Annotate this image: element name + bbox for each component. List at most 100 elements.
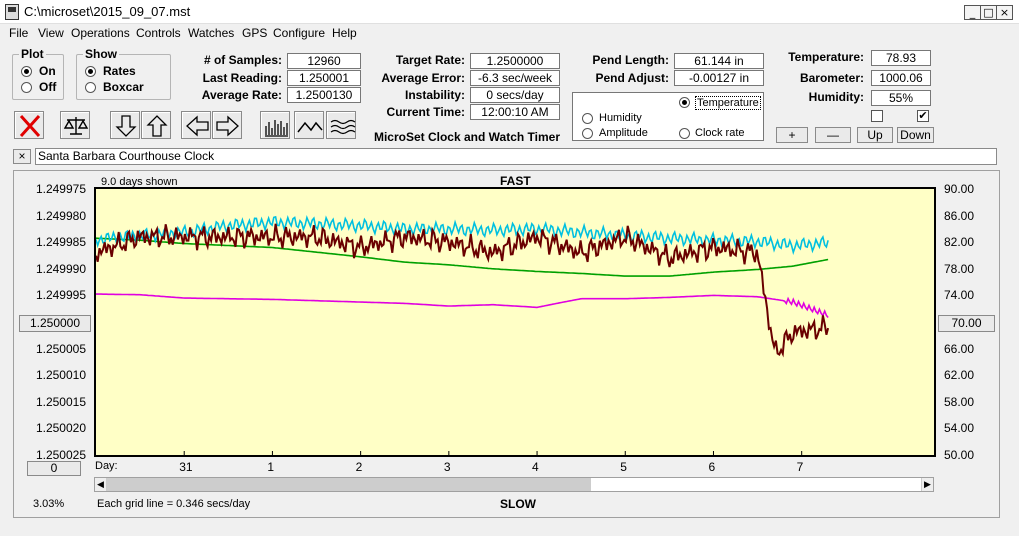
plot-group-title: Plot <box>19 47 46 61</box>
red-x-icon <box>19 114 41 138</box>
right-tick-label: 62.00 <box>944 368 975 383</box>
boxcar-radio[interactable] <box>85 82 96 93</box>
rates-label: Rates <box>103 64 136 78</box>
app-caption: MicroSet Clock and Watch Timer <box>373 130 561 144</box>
menu-controls[interactable]: Controls <box>136 26 181 40</box>
target-rate-label: Target Rate: <box>395 53 465 67</box>
current-time-label: Current Time: <box>386 105 465 119</box>
right-tick-label: 90.00 <box>944 182 975 196</box>
plot-off-radio[interactable] <box>21 82 32 93</box>
temp-center-button[interactable]: 70.00 <box>938 315 995 332</box>
balance-button[interactable] <box>60 111 90 139</box>
rates-radio[interactable] <box>85 66 96 77</box>
right-tick-label: 86.00 <box>944 208 975 223</box>
menu-gps[interactable]: GPS <box>242 26 267 40</box>
amplitude-radio[interactable] <box>582 128 593 139</box>
average-error-label: Average Error: <box>381 71 465 85</box>
left-checkbox[interactable] <box>871 110 883 122</box>
window-title: C:\microset\2015_09_07.mst <box>24 4 191 19</box>
target-rate-field[interactable]: 1.2500000 <box>470 53 560 69</box>
x-tick-label: 7 <box>796 460 804 474</box>
clear-comment-button[interactable]: × <box>13 149 31 164</box>
x-tick-label: 5 <box>620 460 627 474</box>
down-arrow-icon <box>115 115 137 137</box>
plot-area <box>94 187 936 457</box>
wave-icon <box>297 121 323 133</box>
horizontal-scrollbar[interactable]: ◀ ▶ <box>94 477 934 492</box>
plus-button[interactable]: + <box>776 127 808 143</box>
right-arrow-button[interactable] <box>212 111 242 139</box>
temperature-field: 78.93 <box>871 50 931 66</box>
current-time-field: 12:00:10 AM <box>470 104 560 120</box>
comment-field[interactable]: Santa Barbara Courthouse Clock <box>35 148 997 165</box>
right-tick-label: 54.00 <box>944 421 975 436</box>
multi-wave-button[interactable] <box>326 111 356 139</box>
x-tick-label: 2 <box>355 460 363 474</box>
clock-rate-option-label[interactable]: Clock rate <box>695 127 745 139</box>
close-button[interactable]: × <box>996 5 1013 20</box>
x-tick-label: 4 <box>532 460 539 474</box>
menu-file[interactable]: File <box>9 26 28 40</box>
temperature-radio[interactable] <box>679 97 690 108</box>
scroll-left-icon[interactable]: ◀ <box>95 478 107 491</box>
menu-view[interactable]: View <box>38 26 64 40</box>
plot-group: Plot On Off <box>12 47 64 100</box>
app-icon[interactable] <box>5 4 19 20</box>
left-arrow-button[interactable] <box>181 111 211 139</box>
balance-scale-icon <box>63 117 89 135</box>
temperature-label: Temperature: <box>788 50 864 64</box>
down-button[interactable]: Down <box>897 127 934 143</box>
clock-rate-radio[interactable] <box>679 128 690 139</box>
left-tick-label: 1.250025 <box>35 448 86 462</box>
maximize-button[interactable]: □ <box>980 5 997 20</box>
right-tick-label: 82.00 <box>944 235 975 250</box>
rate-center-button[interactable]: 1.250000 <box>19 315 91 332</box>
up-button[interactable]: Up <box>857 127 893 143</box>
temperature-option-label[interactable]: Temperature <box>695 96 761 110</box>
left-tick-label: 1.249995 <box>35 288 86 303</box>
menu-bar: File View Operations Controls Watches GP… <box>0 24 1019 42</box>
x-tick-label: 6 <box>708 460 716 474</box>
scroll-right-icon[interactable]: ▶ <box>921 478 933 491</box>
left-tick-label: 1.249985 <box>35 235 86 250</box>
left-tick-label: 1.250005 <box>35 341 86 356</box>
amplitude-option-label[interactable]: Amplitude <box>599 127 648 139</box>
minus-button[interactable]: — <box>815 127 851 143</box>
wave-button[interactable] <box>294 111 324 139</box>
right-tick-label: 50.00 <box>944 448 975 462</box>
pend-length-field[interactable]: 61.144 in <box>674 53 764 69</box>
series-line-clock-rate <box>96 223 830 358</box>
down-arrow-button[interactable] <box>110 111 140 139</box>
plot-on-radio[interactable] <box>21 66 32 77</box>
histogram-button[interactable] <box>260 111 290 139</box>
menu-help[interactable]: Help <box>332 26 357 40</box>
scroll-thumb[interactable] <box>107 478 591 491</box>
samples-label: # of Samples: <box>203 53 282 67</box>
humidity-radio[interactable] <box>582 113 593 124</box>
offset-button[interactable]: 0 <box>27 461 81 476</box>
right-tick-label: 58.00 <box>944 394 975 409</box>
pend-adjust-field: -0.00127 in <box>674 70 764 86</box>
right-tick-label: 78.00 <box>944 261 975 276</box>
percent-label: 3.03% <box>33 498 65 510</box>
menu-configure[interactable]: Configure <box>273 26 325 40</box>
x-tick-label: 3 <box>443 460 451 474</box>
barometer-label: Barometer: <box>799 71 864 85</box>
average-error-field: -6.3 sec/week <box>470 70 560 86</box>
barometer-field: 1000.06 <box>871 70 931 86</box>
pend-adjust-label: Pend Adjust: <box>595 71 669 85</box>
menu-watches[interactable]: Watches <box>188 26 234 40</box>
right-tick-label: 66.00 <box>944 341 975 356</box>
right-checkbox[interactable]: ✔ <box>917 110 929 122</box>
grid-note-label: Each grid line = 0.346 secs/day <box>97 498 251 510</box>
pend-length-label: Pend Length: <box>592 53 669 67</box>
humidity-option-label[interactable]: Humidity <box>599 112 642 124</box>
minimize-button[interactable]: _ <box>964 5 981 20</box>
up-arrow-button[interactable] <box>141 111 171 139</box>
menu-operations[interactable]: Operations <box>71 26 130 40</box>
plot-on-label: On <box>39 64 56 78</box>
left-arrow-icon <box>186 115 209 137</box>
samples-field: 12960 <box>287 53 361 69</box>
stop-button[interactable] <box>14 111 44 139</box>
series-line-humidity <box>96 293 829 319</box>
